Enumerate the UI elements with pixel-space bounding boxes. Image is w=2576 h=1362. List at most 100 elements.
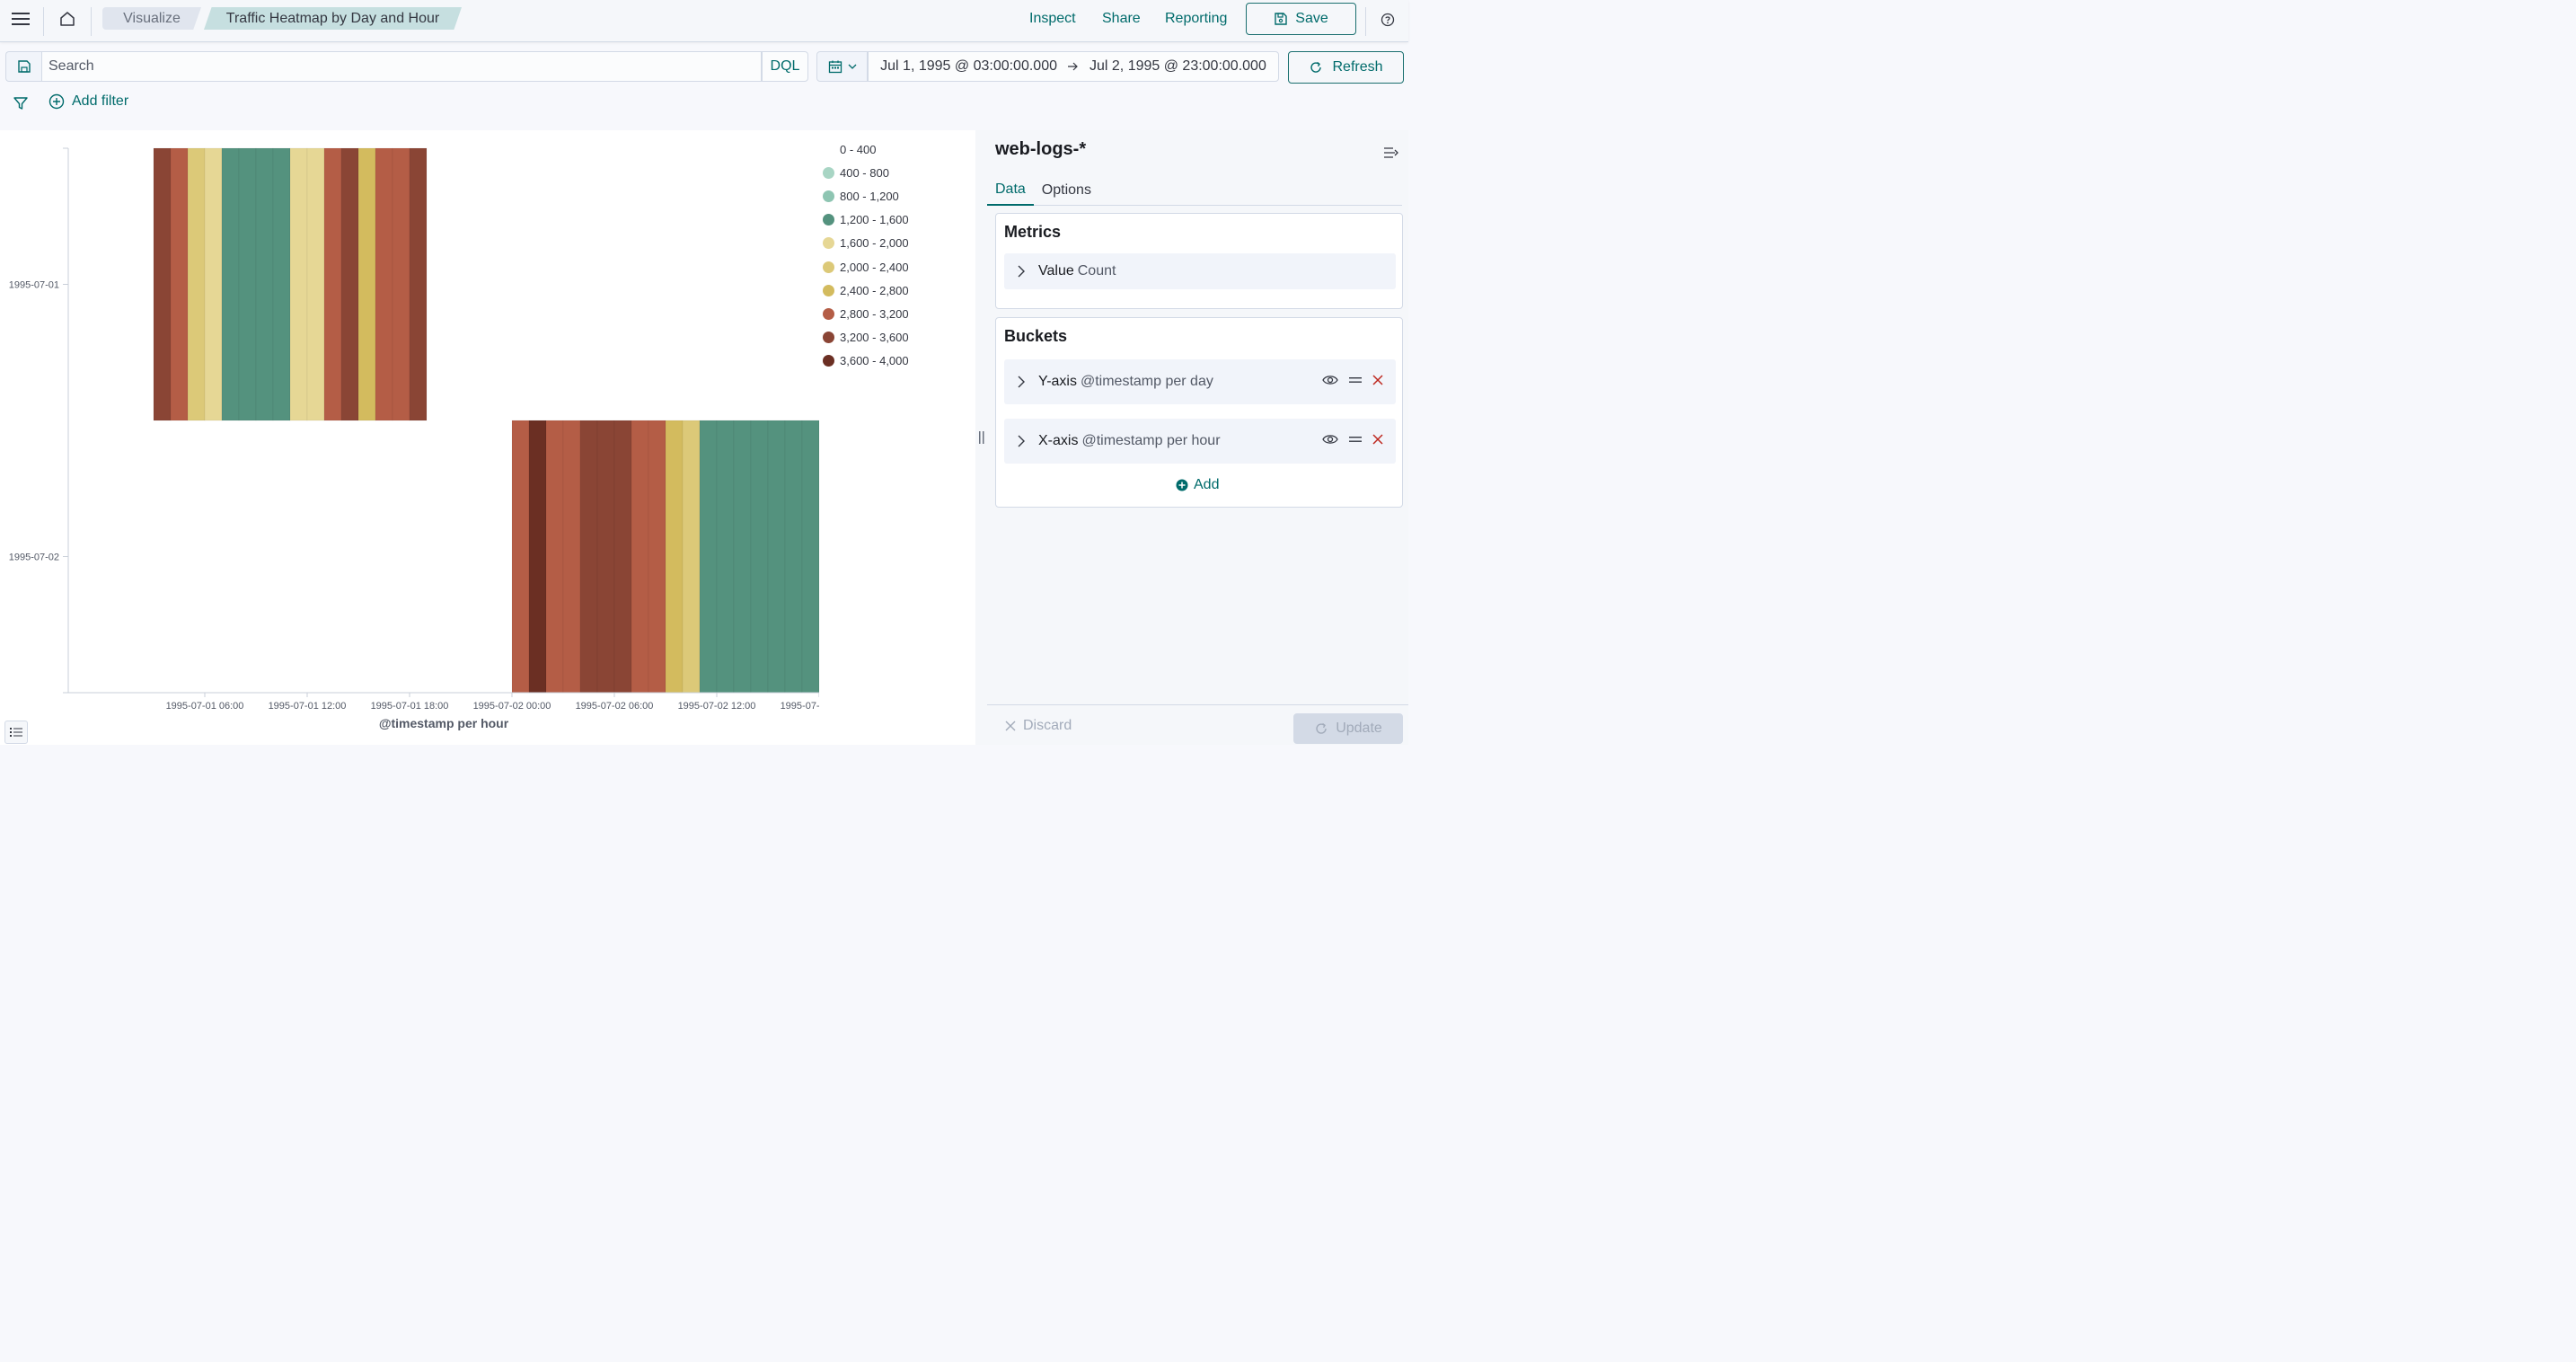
refresh-button[interactable]: Refresh (1288, 51, 1404, 84)
metrics-title: Metrics (1004, 223, 1062, 241)
plus-circle-icon (1176, 479, 1188, 491)
x-tick-label: 1995-07-01 18:00 (371, 701, 449, 712)
y-tick-label: 1995-07-02 (9, 553, 59, 563)
reporting-link[interactable]: Reporting (1165, 9, 1227, 29)
heatmap-cell[interactable] (375, 147, 393, 421)
x-axis-label: @timestamp per hour (379, 716, 509, 730)
add-bucket-button[interactable]: Add (1176, 477, 1219, 493)
legend-swatch (823, 144, 834, 155)
heatmap-cell[interactable] (238, 147, 257, 421)
bucket-x-axis[interactable]: X-axis @timestamp per hour (1004, 419, 1396, 464)
tab-options[interactable]: Options (1034, 175, 1099, 206)
bucket-y-axis[interactable]: Y-axis @timestamp per day (1004, 359, 1396, 404)
query-bar: Search DQL Jul 1, 1995 @ 03:00:00.000 Ju… (0, 43, 1408, 88)
heatmap-cell[interactable] (665, 420, 684, 694)
heatmap-cell[interactable] (767, 420, 786, 694)
chevron-right-icon[interactable] (1017, 435, 1026, 447)
legend-item[interactable]: 3,200 - 3,600 (823, 326, 966, 349)
legend-label: 1,600 - 2,000 (840, 236, 909, 251)
breadcrumb-visualize[interactable]: Visualize (102, 7, 201, 30)
legend-item[interactable]: 0 - 400 (823, 137, 966, 161)
heatmap-cell[interactable] (801, 420, 819, 694)
resize-handle[interactable] (975, 130, 988, 745)
menu-icon[interactable] (9, 9, 32, 29)
heatmap-cell[interactable] (682, 420, 701, 694)
date-end[interactable]: Jul 2, 1995 @ 23:00:00.000 (1090, 58, 1266, 75)
header-divider (1365, 7, 1366, 36)
heatmap-cell[interactable] (289, 147, 308, 421)
eye-icon[interactable] (1322, 433, 1338, 446)
heatmap-cell[interactable] (613, 420, 632, 694)
legend-item[interactable]: 3,600 - 4,000 (823, 349, 966, 373)
heatmap-cell[interactable] (255, 147, 274, 421)
heatmap-cell[interactable] (750, 420, 769, 694)
heatmap-cell[interactable] (562, 420, 581, 694)
metric-value-count[interactable]: Value Count (1004, 253, 1396, 289)
tab-data[interactable]: Data (987, 175, 1034, 206)
heatmap-cell[interactable] (648, 420, 666, 694)
legend-item[interactable]: 1,200 - 1,600 (823, 208, 966, 232)
home-icon[interactable] (56, 8, 79, 30)
share-link[interactable]: Share (1102, 9, 1141, 29)
heatmap-cell[interactable] (511, 420, 530, 694)
heatmap-cell[interactable] (596, 420, 615, 694)
heatmap-cell[interactable] (170, 147, 189, 421)
date-range: Jul 1, 1995 @ 03:00:00.000 Jul 2, 1995 @… (868, 51, 1279, 82)
remove-icon[interactable] (1372, 434, 1383, 445)
heatmap-cell[interactable] (340, 147, 359, 421)
heatmap-cell[interactable] (153, 147, 172, 421)
heatmap-cell[interactable] (716, 420, 735, 694)
filter-icon[interactable] (13, 95, 29, 114)
add-filter-button[interactable]: Add filter (49, 93, 128, 110)
chevron-right-icon[interactable] (1017, 376, 1026, 388)
discard-button[interactable]: Discard (1005, 718, 1072, 734)
query-language-button[interactable]: DQL (762, 51, 808, 82)
heatmap-cell[interactable] (221, 147, 240, 421)
discard-label: Discard (1023, 718, 1072, 733)
drag-icon[interactable] (1349, 435, 1362, 444)
date-quick-select[interactable] (816, 51, 868, 82)
buckets-title: Buckets (1004, 327, 1068, 345)
help-icon[interactable] (1378, 10, 1398, 30)
heatmap-cell[interactable] (528, 420, 547, 694)
eye-icon[interactable] (1322, 374, 1338, 386)
drag-icon[interactable] (1349, 376, 1362, 385)
save-button[interactable]: Save (1246, 3, 1356, 35)
search-input[interactable]: Search (41, 51, 762, 82)
legend-swatch (823, 166, 834, 179)
legend-item[interactable]: 2,800 - 3,200 (823, 302, 966, 325)
legend-label: 3,200 - 3,600 (840, 331, 909, 345)
date-start[interactable]: Jul 1, 1995 @ 03:00:00.000 (880, 58, 1057, 75)
heatmap-cell[interactable] (392, 147, 410, 421)
legend-swatch (823, 307, 834, 320)
legend-toggle-button[interactable] (4, 721, 28, 744)
update-button[interactable]: Update (1293, 713, 1403, 744)
heatmap-cell[interactable] (409, 147, 428, 421)
legend-swatch (823, 214, 834, 226)
heatmap-cell[interactable] (631, 420, 649, 694)
heatmap-cell[interactable] (545, 420, 564, 694)
legend-item[interactable]: 2,000 - 2,400 (823, 255, 966, 279)
metric-type: Count (1077, 263, 1116, 279)
heatmap-cell[interactable] (784, 420, 803, 694)
saved-query-button[interactable] (5, 51, 41, 82)
legend-item[interactable]: 2,400 - 2,800 (823, 279, 966, 302)
heatmap-cell[interactable] (272, 147, 291, 421)
legend-item[interactable]: 800 - 1,200 (823, 184, 966, 208)
remove-icon[interactable] (1372, 375, 1383, 385)
heatmap-cell[interactable] (306, 147, 325, 421)
inspect-link[interactable]: Inspect (1029, 9, 1076, 29)
chevron-right-icon[interactable] (1017, 265, 1026, 278)
heatmap-cell[interactable] (733, 420, 752, 694)
heatmap-cell[interactable] (357, 147, 376, 421)
heatmap-cell[interactable] (579, 420, 598, 694)
legend-item[interactable]: 1,600 - 2,000 (823, 232, 966, 255)
heatmap-cell[interactable] (323, 147, 342, 421)
editor-sidebar: web-logs-* Data Options Metrics Value Co… (975, 130, 1408, 745)
heatmap-cell[interactable] (204, 147, 223, 421)
heatmap-cell[interactable] (699, 420, 718, 694)
buckets-panel: Buckets Y-axis @timestamp per day X-axis… (995, 317, 1403, 508)
collapse-sidebar-icon[interactable] (1383, 146, 1399, 163)
legend-item[interactable]: 400 - 800 (823, 161, 966, 184)
heatmap-cell[interactable] (187, 147, 206, 421)
